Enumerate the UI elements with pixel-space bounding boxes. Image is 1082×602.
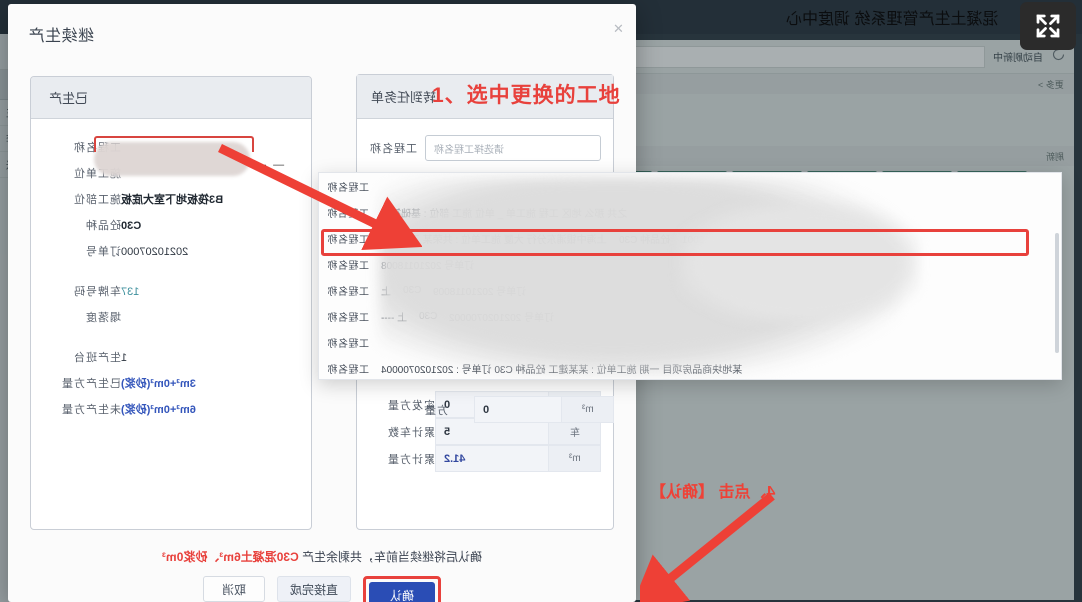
field-concrete-grade: 砼品种 C30: [85, 220, 142, 232]
expand-fullscreen-icon[interactable]: [1020, 2, 1076, 50]
field-production-line: 生产班台 1: [73, 352, 128, 364]
field-order-number: 订单号 20210207000: [85, 246, 189, 258]
annotation-step-4: 4、点击 【确认】: [650, 484, 776, 501]
annotation-selected-row-box: [321, 229, 1029, 256]
page-title: 继续生产: [28, 28, 95, 45]
unit-label: m³: [562, 396, 614, 423]
project-dropdown-list[interactable]: 工程名称 施工单位 砼品种 订单号 工程名称工程名称之共 那么 地区 工程 施工…: [318, 172, 1062, 380]
dropdown-item-label: 工程名称: [327, 312, 369, 324]
dropdown-item-label: 工程名称: [327, 338, 369, 350]
dropdown-item-label: 工程名称: [327, 364, 369, 376]
total-volume-input[interactable]: 41.2: [435, 445, 549, 472]
overlay-volume-input[interactable]: 0: [474, 396, 562, 423]
annotation-highlight-box: [94, 136, 254, 152]
unit-label: m³: [549, 445, 601, 472]
close-icon[interactable]: ✕: [613, 21, 624, 36]
annotation-dash: — —: [253, 159, 285, 171]
project-select-row: 工程名称 请选择工程名称: [357, 119, 613, 161]
field-produced-volume: 已生产方量 3m³+0m³(砂浆): [61, 378, 196, 390]
redaction-smudge: [679, 203, 919, 323]
task-order-card-header: 转到任务单 1、选中更换的工地: [357, 75, 620, 119]
dropdown-item-label: 工程名称: [327, 260, 369, 272]
dropdown-item-label: 工程名称: [327, 286, 369, 298]
project-select-label: 工程名称: [369, 143, 417, 155]
field-plate-number: 车牌号码 137: [73, 286, 140, 298]
overlay-volume-row: 方量 0 m³: [418, 396, 614, 423]
field-slump: 塌落度: [85, 312, 121, 324]
produced-card-header: 已生产: [31, 77, 311, 119]
dialog-footer-buttons: 取消 直接完成 确认: [8, 576, 636, 602]
scrollbar[interactable]: [1055, 233, 1059, 353]
finish-directly-button[interactable]: 直接完成: [276, 576, 351, 602]
field-remaining-volume: 未生产方量 6m³+0m³(砂浆): [61, 404, 196, 416]
project-select-input[interactable]: 请选择工程名称: [425, 135, 601, 161]
dropdown-item-label: 工程名称: [327, 182, 369, 194]
annotation-step-1: 1、选中更换的工地: [432, 84, 621, 107]
cancel-button[interactable]: 取消: [202, 576, 265, 602]
field-total-volume: 累计方量 41.2 m³: [369, 445, 601, 472]
footer-note: 确认后将继续当前车，共剩余生产 C30混凝土6m³、砂浆0m³: [161, 550, 483, 564]
field-construction-part: 施工部位 B3筏板地下室大底板: [73, 194, 224, 206]
confirm-button[interactable]: 确认: [369, 582, 435, 602]
confirm-button-highlight: 确认: [363, 576, 441, 602]
dropdown-item-label: 工程名称: [327, 208, 369, 220]
